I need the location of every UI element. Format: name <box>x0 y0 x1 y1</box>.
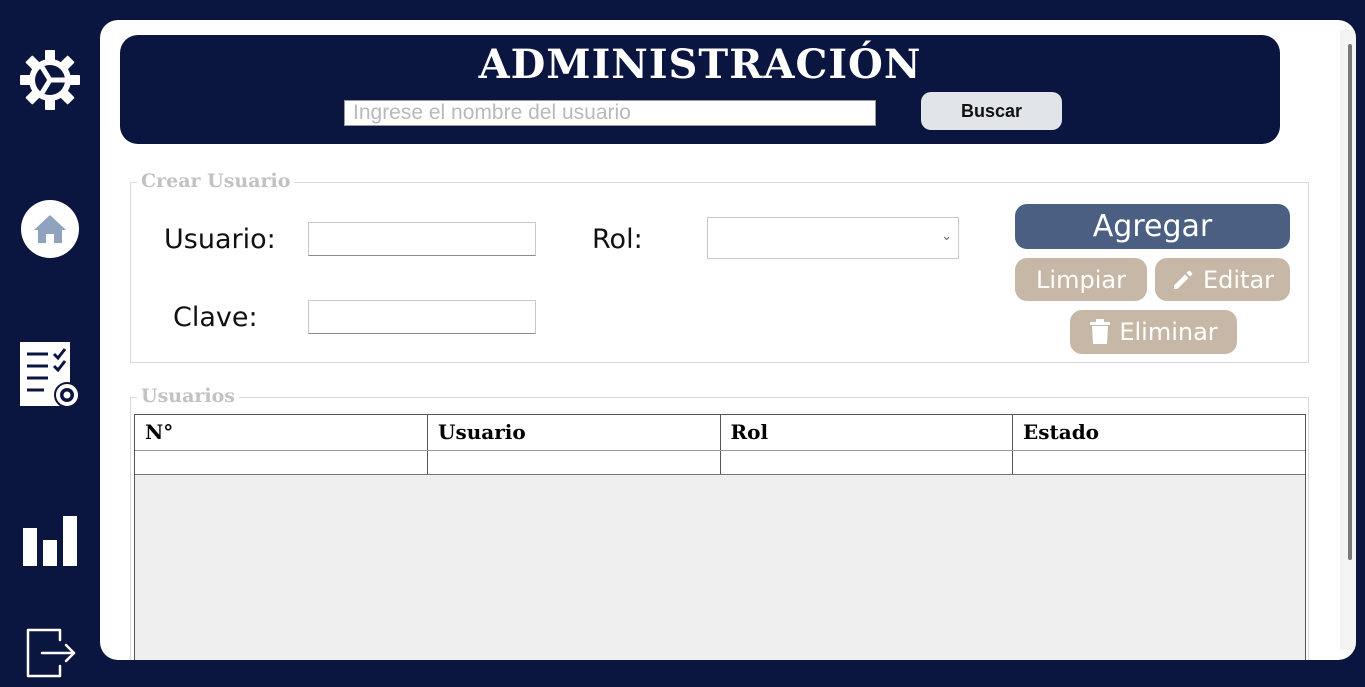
table-cell <box>720 450 1013 475</box>
main-panel: ADMINISTRACIÓN Buscar Crear Usuario Usua… <box>100 20 1356 660</box>
gear-icon <box>20 50 80 110</box>
sidebar-item-home[interactable] <box>16 195 84 263</box>
table-cell <box>427 450 721 475</box>
bar-chart-icon <box>23 516 77 566</box>
chevron-down-icon: ⌄ <box>941 229 952 244</box>
table-row[interactable] <box>135 450 1305 475</box>
editar-label: Editar <box>1202 265 1275 294</box>
sidebar-item-reports[interactable] <box>16 504 84 572</box>
eliminar-label: Eliminar <box>1119 318 1218 346</box>
logout-icon <box>26 628 76 678</box>
home-icon <box>21 200 79 258</box>
trash-icon <box>1090 319 1111 344</box>
column-header-rol[interactable]: Rol <box>720 415 1013 451</box>
crear-usuario-legend: Crear Usuario <box>137 170 295 192</box>
crear-usuario-group: Crear Usuario Usuario: Clave: Rol: ⌄ Agr… <box>130 170 1309 363</box>
pencil-icon <box>1173 270 1193 289</box>
rol-label: Rol: <box>592 224 643 255</box>
header-banner: ADMINISTRACIÓN Buscar <box>120 35 1280 144</box>
usuario-label: Usuario: <box>164 224 276 255</box>
column-header-usuario[interactable]: Usuario <box>427 415 721 451</box>
scrollbar[interactable] <box>1340 30 1356 650</box>
sidebar-item-admin[interactable] <box>16 336 84 412</box>
agregar-button[interactable]: Agregar <box>1015 204 1290 249</box>
rol-select[interactable]: ⌄ <box>707 217 959 259</box>
editar-button[interactable]: Editar <box>1155 258 1290 301</box>
sidebar <box>0 0 100 687</box>
eliminar-button[interactable]: Eliminar <box>1070 310 1237 354</box>
usuarios-group: Usuarios N° Usuario Rol Estado <box>130 385 1309 660</box>
usuarios-legend: Usuarios <box>137 385 239 407</box>
usuario-field[interactable] <box>308 222 536 256</box>
table-header-row: N° Usuario Rol Estado <box>135 415 1305 451</box>
limpiar-button[interactable]: Limpiar <box>1015 258 1147 301</box>
agregar-label: Agregar <box>1092 209 1213 244</box>
usuarios-table[interactable]: N° Usuario Rol Estado <box>134 414 1306 660</box>
table-cell <box>135 450 428 475</box>
scrollbar-thumb[interactable] <box>1348 44 1352 560</box>
checklist-settings-icon <box>20 342 80 408</box>
page-title: ADMINISTRACIÓN <box>478 41 922 88</box>
search-input[interactable] <box>344 100 876 126</box>
table-cell <box>1012 450 1305 475</box>
search-button[interactable]: Buscar <box>921 92 1062 130</box>
sidebar-item-settings[interactable] <box>16 46 84 114</box>
sidebar-item-logout[interactable] <box>16 618 84 686</box>
clave-field[interactable] <box>308 300 536 334</box>
column-header-numero[interactable]: N° <box>135 415 428 451</box>
clave-label: Clave: <box>173 302 258 333</box>
limpiar-label: Limpiar <box>1036 265 1126 294</box>
column-header-estado[interactable]: Estado <box>1012 415 1305 451</box>
